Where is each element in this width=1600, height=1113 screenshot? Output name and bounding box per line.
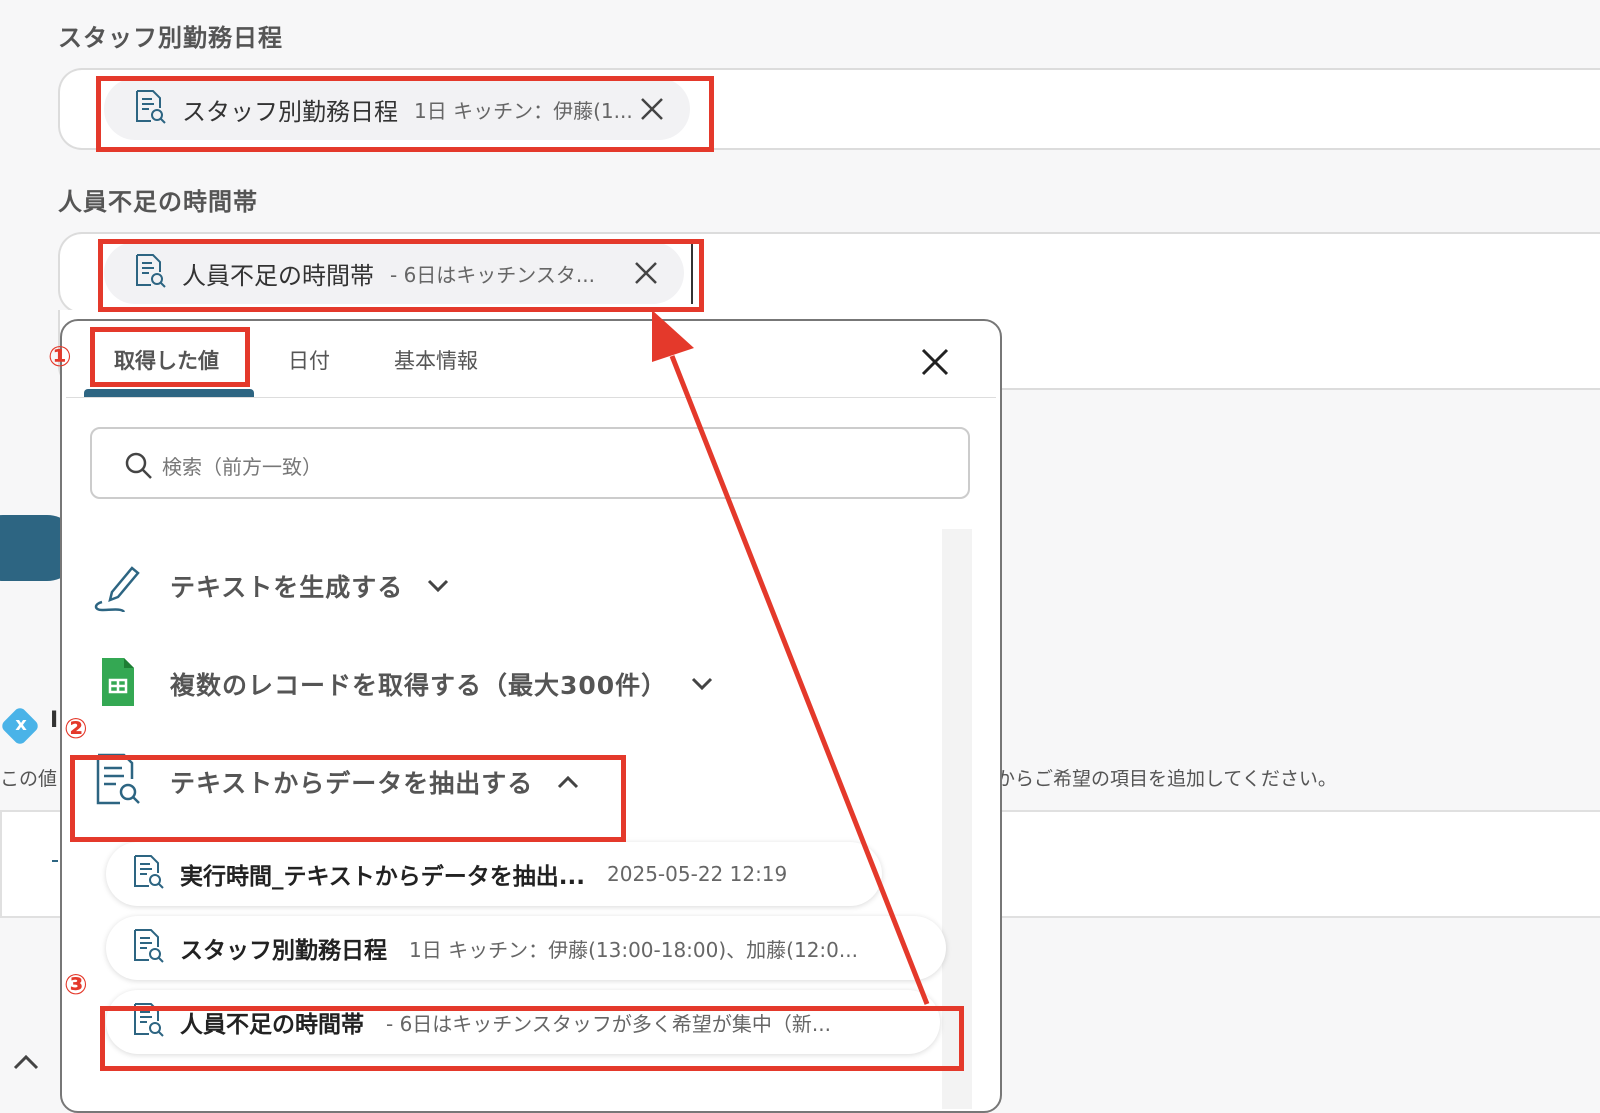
annotation-arrow	[652, 310, 930, 1005]
